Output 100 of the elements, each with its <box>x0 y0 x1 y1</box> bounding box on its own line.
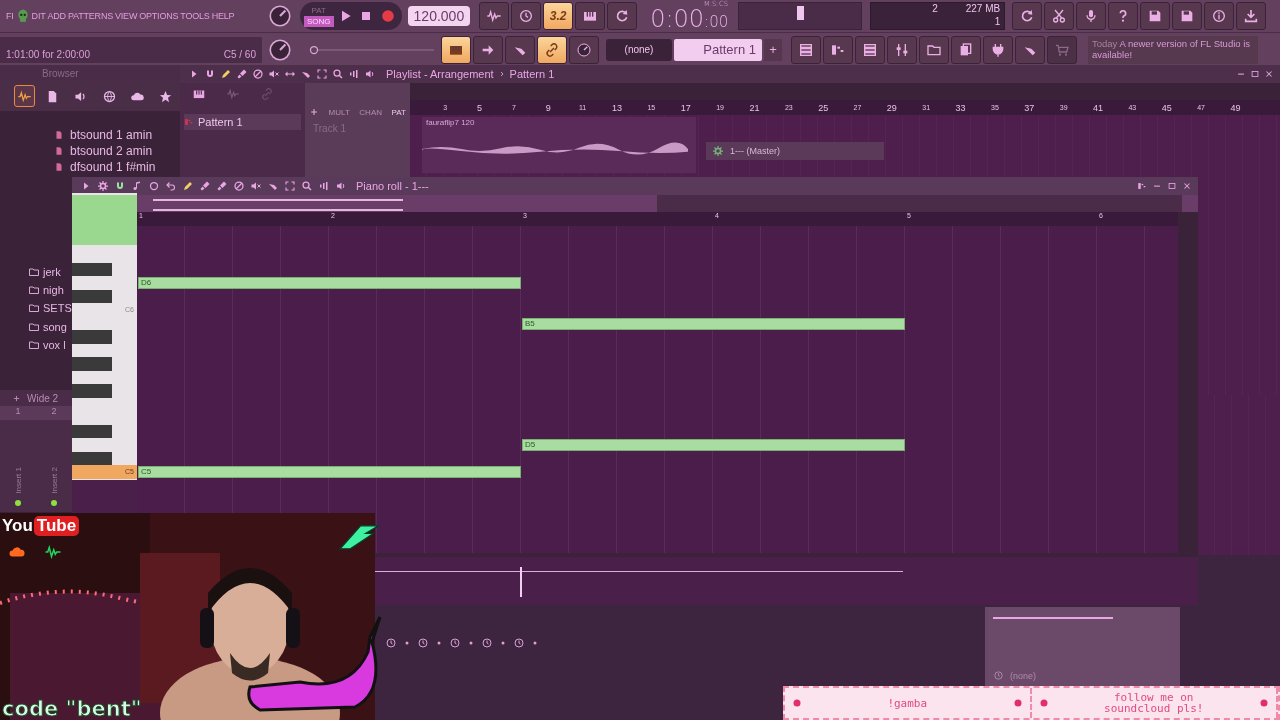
wave-button[interactable] <box>479 2 510 30</box>
source-tab[interactable]: CHAN <box>359 108 382 117</box>
magnet-icon <box>204 68 216 80</box>
skull-icon <box>15 9 30 23</box>
info-icon <box>1211 8 1228 24</box>
banner-text: follow me on soundcloud pls! <box>1103 692 1205 714</box>
folder-item[interactable]: song <box>28 317 70 336</box>
piano-button[interactable] <box>575 2 606 30</box>
knob-button[interactable] <box>569 35 599 64</box>
menu-item[interactable]: TOOLS <box>180 11 210 21</box>
pencil-icon <box>220 68 232 80</box>
wave-icon <box>226 87 240 101</box>
source-tab[interactable]: PAT <box>391 108 406 117</box>
banner-text: !gamba <box>886 697 929 709</box>
folder-item[interactable]: SETS <box>28 299 70 318</box>
bars-icon <box>348 68 360 80</box>
slider-thumb[interactable] <box>308 43 320 56</box>
clock-button[interactable] <box>511 2 542 30</box>
sharp-key[interactable] <box>72 451 112 465</box>
folder-item[interactable]: nigh <box>28 281 70 300</box>
tempo-field[interactable]: 120.000 <box>407 6 471 26</box>
browser-tab[interactable] <box>14 85 36 107</box>
pattern-item[interactable]: Pattern 1 <box>184 114 301 130</box>
mixer-hint: 1--- (Master) <box>706 142 884 160</box>
globe-icon <box>101 88 117 104</box>
source-tab[interactable]: MULT <box>328 108 350 117</box>
gear-icon <box>712 145 724 157</box>
save-button[interactable] <box>1140 2 1171 30</box>
refresh-button[interactable] <box>1012 2 1043 30</box>
clock-icon <box>417 637 429 649</box>
list-button[interactable] <box>855 35 885 64</box>
youtube-logo: You Tube <box>2 516 80 536</box>
steps-button[interactable] <box>823 35 853 64</box>
snap-button[interactable]: 3.2 <box>543 2 574 30</box>
question-button[interactable] <box>1108 2 1139 30</box>
mic-button[interactable] <box>1076 2 1107 30</box>
folder-icon <box>28 284 40 297</box>
horizontal-scrollbar[interactable] <box>137 195 1198 212</box>
window-title: Playlist - Arrangement <box>386 68 494 80</box>
channel-selector[interactable]: (none) <box>606 38 672 61</box>
menu-item[interactable]: DIT <box>31 11 46 21</box>
sharp-key[interactable] <box>72 289 112 303</box>
column-number: 2 <box>50 406 58 418</box>
pattern-icon <box>184 117 194 127</box>
info-button[interactable] <box>1204 2 1235 30</box>
volume-slider-thumb[interactable] <box>796 6 804 20</box>
menu-item[interactable]: ADD <box>47 11 66 21</box>
note[interactable]: B5 <box>522 317 905 330</box>
menu-item[interactable]: HELP <box>211 11 235 21</box>
knob-icon <box>576 41 592 58</box>
file-item[interactable]: btsound 2 amin <box>54 143 180 159</box>
plug-button[interactable] <box>983 35 1013 64</box>
plugin-name: (none) <box>1010 670 1036 681</box>
horizontal-scrollbar[interactable] <box>410 83 1280 100</box>
restore-icon <box>1250 69 1260 79</box>
frame-icon <box>284 180 296 192</box>
link-button[interactable] <box>537 35 567 64</box>
note[interactable]: D5 <box>522 439 905 451</box>
vertical-scrollbar[interactable] <box>1178 212 1198 557</box>
time-centiseconds: :00 <box>704 12 729 32</box>
plug-icon <box>990 41 1006 58</box>
menu-item[interactable]: FI <box>6 11 14 21</box>
sharp-key[interactable] <box>72 424 112 438</box>
file-item[interactable]: dfsound 1 f#min <box>54 159 180 175</box>
download-icon <box>1243 8 1260 24</box>
brush-icon <box>236 68 248 80</box>
pattern-selector[interactable]: Pattern 1 <box>674 38 762 61</box>
ruler-number: 45 <box>1160 102 1173 113</box>
folder-item[interactable]: vox l <box>28 335 70 354</box>
time-display: 0:00 <box>650 6 705 32</box>
folder-button[interactable] <box>919 35 949 64</box>
ruler-number: 21 <box>748 102 761 113</box>
file-item[interactable]: btsound 1 amin <box>54 127 180 143</box>
save-button[interactable] <box>1172 2 1203 30</box>
folder-item[interactable]: jerk <box>28 263 70 282</box>
sliders-icon <box>894 41 910 58</box>
add-pattern-button[interactable]: + <box>764 38 782 61</box>
sliders-button[interactable] <box>887 35 917 64</box>
refresh-button[interactable] <box>607 2 638 30</box>
mode-toggle[interactable]: SONG <box>304 16 334 27</box>
mute-icon <box>250 180 262 192</box>
list-button[interactable] <box>791 35 821 64</box>
ruler-number: 41 <box>1092 102 1104 113</box>
pattern-name: Pattern 1 <box>509 68 555 80</box>
mute-icon <box>268 68 280 80</box>
scissors-button[interactable] <box>1044 2 1075 30</box>
menu-item[interactable]: VIEW <box>115 11 138 21</box>
download-button[interactable] <box>1236 2 1267 30</box>
sharp-key[interactable] <box>72 262 112 276</box>
piano-button[interactable] <box>441 35 471 64</box>
audio-clip[interactable]: fauraflip7 120 <box>422 117 696 173</box>
wave-icon <box>44 543 62 561</box>
menu-item[interactable]: PATTERNS <box>67 11 113 21</box>
note[interactable]: D6 <box>138 277 521 289</box>
note[interactable]: C5 <box>138 466 521 478</box>
mode-toggle[interactable]: PAT <box>304 5 334 16</box>
menu-item[interactable]: OPTIONS <box>139 11 179 21</box>
copy-button[interactable] <box>951 35 981 64</box>
clock-icon <box>513 637 525 649</box>
arrow-button[interactable] <box>473 35 503 64</box>
